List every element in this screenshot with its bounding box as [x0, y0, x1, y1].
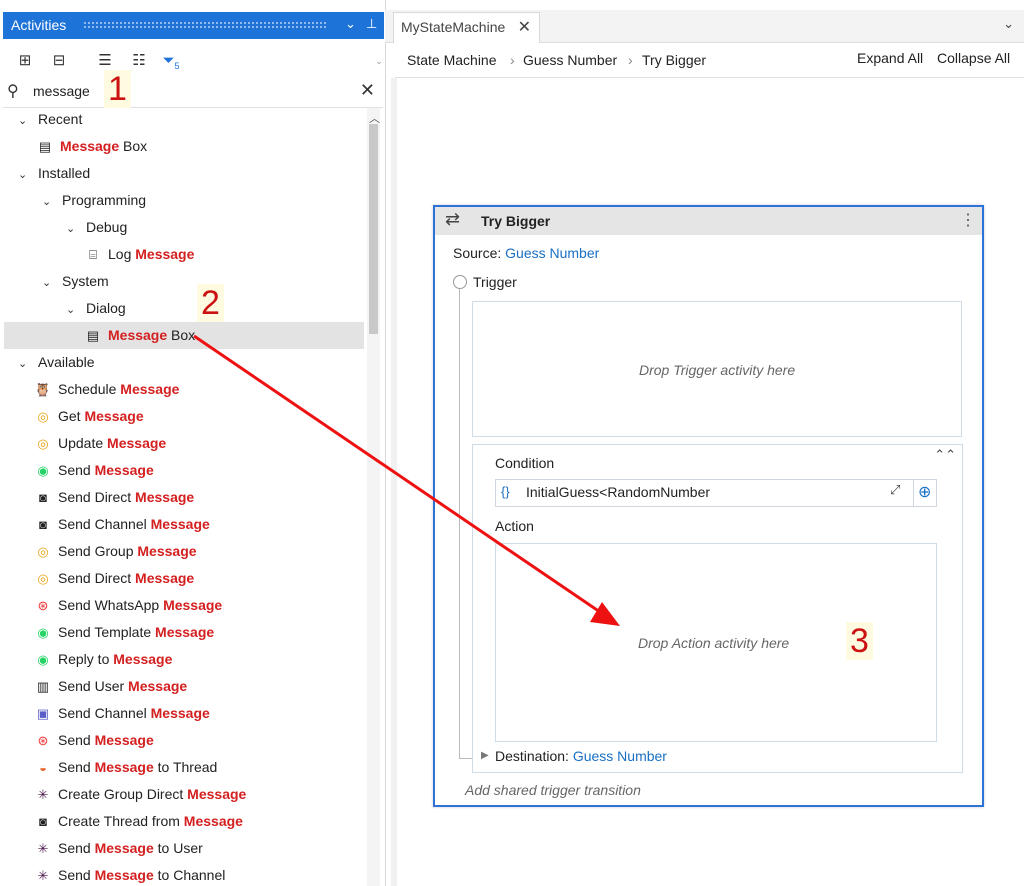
- arrow-shaft: [193, 334, 601, 614]
- drag-arrow: [193, 334, 620, 626]
- arrow-head: [590, 602, 620, 626]
